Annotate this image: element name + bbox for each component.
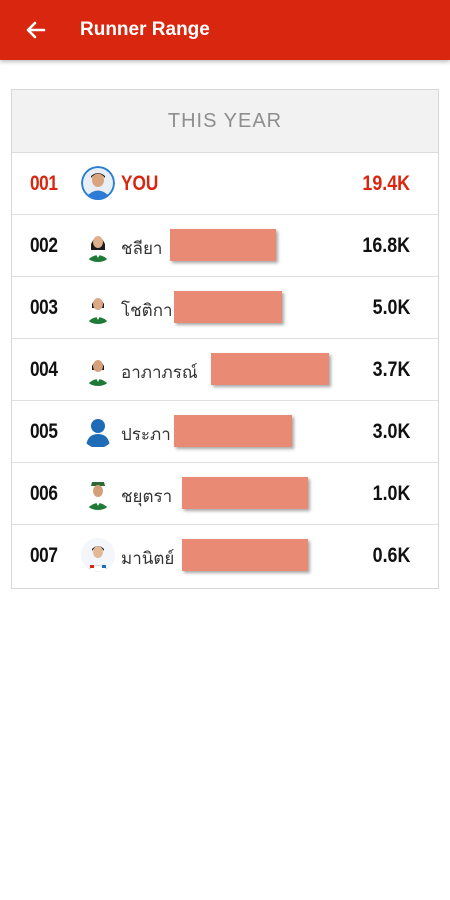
leaderboard-row[interactable]: 002 ชลียา 16.8K: [12, 215, 438, 277]
user-photo-avatar: [81, 538, 115, 572]
back-arrow-icon: [26, 21, 46, 39]
runner-distance: 1.0K: [372, 482, 410, 505]
back-button[interactable]: [20, 14, 52, 46]
leaderboard-row[interactable]: 006 ชยุตรา 1.0K: [12, 463, 438, 525]
redacted-surname-block: [182, 477, 308, 509]
app-bar: Runner Range: [0, 0, 450, 60]
rank-number: 003: [30, 296, 58, 319]
leaderboard-row[interactable]: 005 ประภา 3.0K: [12, 401, 438, 463]
runner-name: YOU: [121, 172, 159, 195]
runner-name: ประภา: [121, 425, 171, 445]
runner-name: ชยุตรา: [121, 487, 173, 507]
user-photo-avatar: [81, 166, 115, 200]
runner-distance: 19.4K: [362, 172, 410, 195]
runner-name: โชติกา: [121, 301, 173, 321]
default-user-icon: [81, 414, 115, 448]
page-title: Runner Range: [80, 19, 210, 40]
runner-name: อาภาภรณ์: [121, 363, 198, 383]
period-header: THIS YEAR: [12, 90, 438, 153]
runner-distance: 0.6K: [372, 544, 410, 567]
redacted-surname-block: [174, 291, 282, 323]
user-photo-avatar: [81, 290, 115, 324]
redacted-surname-block: [170, 229, 276, 261]
rank-number: 005: [30, 420, 58, 443]
runner-distance: 3.7K: [372, 358, 410, 381]
leaderboard-card: THIS YEAR 001 YOU 19.4K 002 ชลียา 16.8K …: [11, 89, 439, 589]
runner-distance: 16.8K: [362, 234, 410, 257]
runner-name: ชลียา: [121, 239, 163, 259]
user-photo-avatar: [81, 352, 115, 386]
leaderboard-row[interactable]: 007 มานิตย์ 0.6K: [12, 525, 438, 587]
user-photo-avatar: [81, 228, 115, 262]
rank-number: 001: [30, 172, 58, 195]
rank-number: 004: [30, 358, 58, 381]
runner-name: มานิตย์: [121, 549, 175, 569]
runner-distance: 3.0K: [372, 420, 410, 443]
rank-number: 002: [30, 234, 58, 257]
rank-number: 006: [30, 482, 58, 505]
rank-number: 007: [30, 544, 58, 567]
redacted-surname-block: [174, 415, 292, 447]
user-photo-avatar: [81, 476, 115, 510]
leaderboard-row-you[interactable]: 001 YOU 19.4K: [12, 153, 438, 215]
redacted-surname-block: [211, 353, 329, 385]
runner-distance: 5.0K: [372, 296, 410, 319]
redacted-surname-block: [182, 539, 308, 571]
leaderboard-row[interactable]: 004 อาภาภรณ์ 3.7K: [12, 339, 438, 401]
leaderboard-row[interactable]: 003 โชติกา 5.0K: [12, 277, 438, 339]
